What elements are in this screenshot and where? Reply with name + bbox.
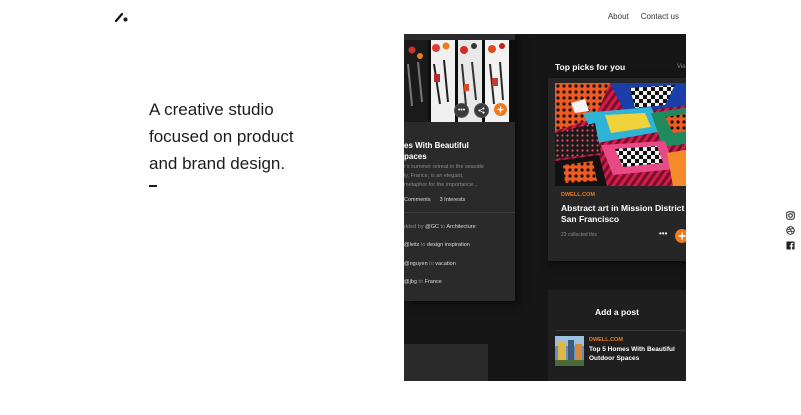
nav-contact-link[interactable]: Contact us bbox=[641, 12, 679, 21]
post-title-line-1: es With Beautiful bbox=[404, 141, 469, 150]
card-source[interactable]: DWELL.COM bbox=[561, 192, 595, 198]
comments-link[interactable]: Comments bbox=[404, 197, 431, 203]
activity-user[interactable]: @nguyen bbox=[404, 261, 428, 267]
activity-item: @leitz to design inspiration bbox=[404, 242, 470, 248]
suggested-post-title[interactable]: Top 5 Homes With Beautiful Outdoor Space… bbox=[589, 346, 686, 363]
studio-logo[interactable] bbox=[114, 11, 128, 23]
activity-item: @nguyen to vacation bbox=[404, 261, 456, 267]
activity-user[interactable]: @leitz bbox=[404, 242, 419, 248]
plus-icon bbox=[497, 106, 504, 113]
activity-user[interactable]: @GC bbox=[425, 224, 439, 230]
post-desc-line-3: metaphor for the importance... bbox=[404, 182, 478, 188]
card-collected-count: 23 collected this bbox=[561, 232, 597, 238]
divider bbox=[556, 330, 686, 331]
activity-user[interactable]: @jbg bbox=[404, 279, 417, 285]
post-description: r's summer retreat in the seaside ly, Fr… bbox=[404, 163, 512, 190]
card-title[interactable]: Abstract art in Mission District San Fra… bbox=[561, 203, 686, 225]
activity-connector: to bbox=[420, 242, 426, 248]
hero-line-1: A creative studio bbox=[149, 100, 274, 119]
hero-line-2: focused on product bbox=[149, 127, 294, 146]
post-actions: ••• bbox=[454, 103, 507, 118]
activity-board[interactable]: design inspiration bbox=[427, 242, 470, 248]
top-pick-card[interactable]: DWELL.COM Abstract art in Mission Distri… bbox=[548, 78, 686, 261]
post-stats: Comments 3 Interests bbox=[404, 197, 465, 203]
social-links bbox=[786, 211, 795, 250]
app-mockup: ••• es With Beautiful paces r's summer r… bbox=[404, 34, 686, 381]
activity-connector: to bbox=[418, 279, 424, 285]
suggested-post-thumbnail[interactable] bbox=[555, 336, 584, 366]
divider bbox=[404, 212, 515, 213]
activity-board[interactable]: vacation bbox=[435, 261, 456, 267]
nav-about-link[interactable]: About bbox=[608, 12, 629, 21]
post-card-left-next[interactable] bbox=[404, 344, 488, 381]
instagram-icon[interactable] bbox=[786, 211, 795, 220]
activity-board[interactable]: France bbox=[425, 279, 442, 285]
card-more-options-button[interactable]: ••• bbox=[659, 230, 667, 238]
interests-link[interactable]: 3 Interests bbox=[440, 197, 466, 203]
share-icon bbox=[478, 107, 485, 114]
card-add-button[interactable] bbox=[675, 229, 686, 243]
hero-dash bbox=[149, 185, 157, 187]
post-card-left[interactable]: ••• es With Beautiful paces r's summer r… bbox=[404, 34, 515, 301]
post-title[interactable]: es With Beautiful paces bbox=[404, 140, 512, 162]
activity-item: @jbg to France bbox=[404, 279, 442, 285]
post-desc-line-2: ly, France, is an elegant, bbox=[404, 173, 464, 179]
activity-board[interactable]: Architecture bbox=[446, 224, 475, 230]
activity-item: dded by @GC to Architecture bbox=[404, 224, 476, 230]
suggested-post-source[interactable]: DWELL.COM bbox=[589, 337, 623, 343]
facebook-icon[interactable] bbox=[786, 241, 795, 250]
top-nav: About Contact us bbox=[608, 12, 679, 21]
add-post-button[interactable]: Add a post bbox=[548, 307, 686, 317]
hero: A creative studio focused on product and… bbox=[149, 96, 369, 187]
dribbble-icon[interactable] bbox=[786, 226, 795, 235]
add-button[interactable] bbox=[494, 103, 507, 116]
post-desc-line-1: r's summer retreat in the seaside bbox=[404, 164, 484, 170]
top-picks-heading: Top picks for you bbox=[555, 62, 626, 72]
share-button[interactable] bbox=[474, 103, 489, 118]
hero-headline: A creative studio focused on product and… bbox=[149, 96, 369, 177]
activity-connector: to bbox=[440, 224, 446, 230]
post-title-line-2: paces bbox=[404, 152, 427, 161]
more-options-button[interactable]: ••• bbox=[454, 103, 469, 118]
add-post-panel: Add a post DWELL.COM Top 5 Homes With Be… bbox=[548, 290, 686, 381]
hero-line-3: and brand design. bbox=[149, 154, 286, 173]
activity-prefix: dded by bbox=[404, 224, 424, 230]
view-all-link[interactable]: Vie bbox=[677, 64, 686, 70]
activity-connector: to bbox=[429, 261, 434, 267]
abstract-art-image bbox=[555, 83, 686, 186]
